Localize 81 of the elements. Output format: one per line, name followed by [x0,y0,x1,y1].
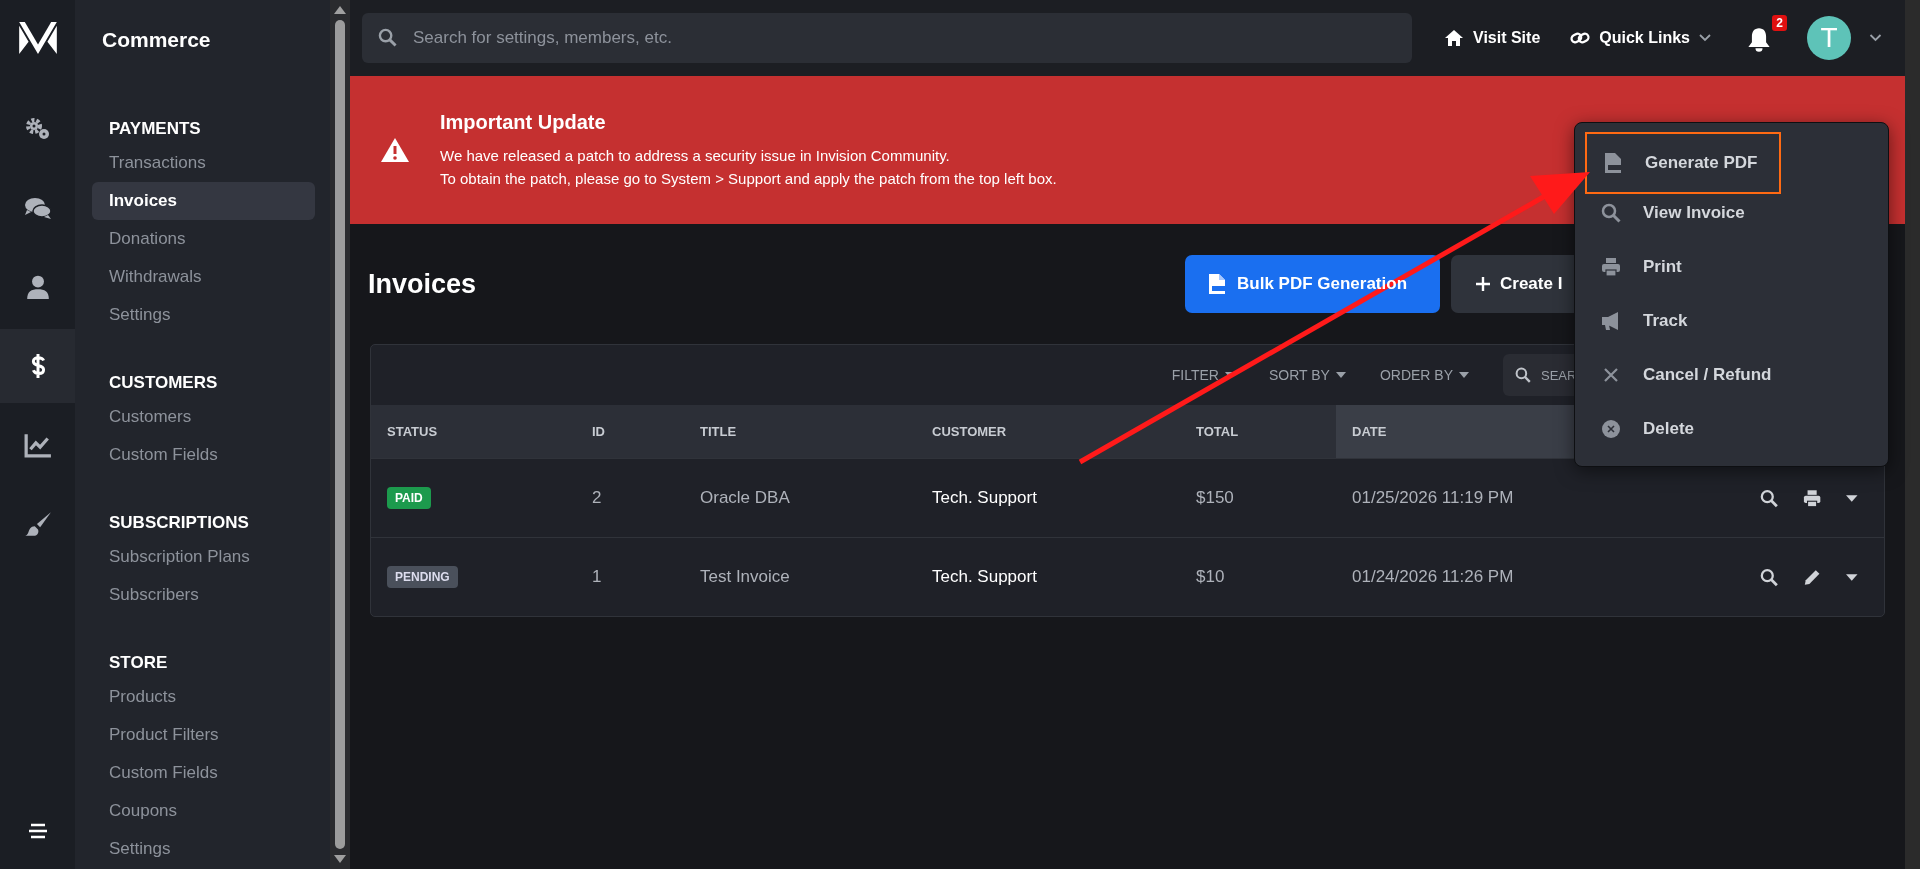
quick-links-menu[interactable]: Quick Links [1570,29,1711,47]
column-header[interactable]: TITLE [684,405,916,458]
sidebar-item[interactable]: Withdrawals [92,258,315,296]
printer-icon [1601,257,1621,277]
alert-message: To obtain the patch, please go to System > Support and apply the patch from the top left box. [440,168,1057,189]
brush-icon [23,511,52,537]
search-field[interactable]: Search for settings, members, etc. [362,13,1412,63]
caret-icon[interactable] [1846,494,1858,502]
bell-icon[interactable] [1747,27,1771,53]
pdf-file-icon [1603,153,1623,173]
table-cell-text: $150 [1195,487,1235,509]
search-icon[interactable] [1760,567,1779,587]
printer-icon[interactable] [1803,488,1822,508]
megaphone-icon [1601,311,1621,331]
sidebar-item[interactable]: Donations [92,220,315,258]
table-cell-text: 1 [591,566,603,588]
table-cell-text: 01/25/2026 11:19 PM [1351,487,1515,509]
scrollbar[interactable] [330,0,350,869]
pdf-file-icon [1209,274,1225,294]
status-badge: PAID [387,487,431,509]
column-header[interactable]: ID [576,405,684,458]
section-heading: CUSTOMERS [108,372,219,394]
sidebar-item[interactable]: Custom Fields [92,754,315,792]
sidebar-title: Commerce [101,27,212,53]
table-cell-text: Tech. Support [931,487,1038,509]
caret-icon [1335,372,1346,378]
sidebar-item[interactable]: Customers [92,398,315,436]
chart-icon [23,432,52,458]
table-cell-text: 01/24/2026 11:26 PM [1351,566,1515,588]
menu-icon[interactable] [27,823,48,839]
logo-icon[interactable] [18,22,57,54]
search-icon [1515,367,1531,383]
menu-item[interactable]: Track [1585,294,1878,348]
search-icon [1601,203,1621,223]
warning-icon [380,137,410,163]
section-heading: SUBSCRIPTIONS [108,512,250,534]
column-header[interactable]: STATUS [371,405,576,458]
table-cell-text: Test Invoice [699,566,791,588]
menu-item[interactable]: Cancel / Refund [1585,348,1878,402]
column-header[interactable]: CUSTOMER [916,405,1180,458]
rail-nav-item[interactable] [0,329,75,403]
search-icon [378,28,397,47]
gears-icon [23,116,52,142]
sidebar-item[interactable]: Invoices [92,182,315,220]
caret-icon[interactable] [1846,573,1858,581]
notification-badge: 2 [1772,15,1787,31]
section-heading: PAYMENTS [108,118,202,140]
sidebar-item[interactable]: Custom Fields [92,436,315,474]
plus-icon [1475,274,1491,294]
chat-icon [23,195,52,221]
sidebar-item[interactable]: Subscription Plans [92,538,315,576]
menu-item[interactable]: Generate PDF [1585,132,1781,194]
sidebar-item[interactable]: Subscribers [92,576,315,614]
search-icon[interactable] [1760,488,1779,508]
pencil-icon[interactable] [1803,567,1822,587]
chevron-icon[interactable] [1869,34,1882,42]
sidebar-item[interactable]: Settings [92,296,315,334]
sidebar-item[interactable]: Transactions [92,144,315,182]
status-badge: PENDING [387,566,458,588]
home-icon [1444,29,1464,47]
alert-title: Important Update [440,110,607,134]
table-cell-text: Tech. Support [931,566,1038,588]
sidebar-item[interactable]: Products [92,678,315,716]
menu-item[interactable]: Print [1585,240,1878,294]
caret-icon [1459,372,1469,378]
alert-message: We have released a patch to address a security issue in Invision Community. [440,145,951,166]
visit-site-link[interactable]: Visit Site [1444,29,1541,47]
section-heading: STORE [108,652,169,674]
sidebar-item[interactable]: Coupons [92,792,315,830]
sidebar-item[interactable]: Settings [92,830,315,868]
column-header[interactable]: TOTAL [1180,405,1336,458]
chevron-icon [1699,34,1711,42]
sidebar-item[interactable]: Product Filters [92,716,315,754]
table-cell-text: $10 [1195,566,1226,588]
toolbar-dropdown[interactable]: SORT BY [1268,367,1346,383]
table-cell-text: 2 [591,487,603,509]
page-title: Invoices [368,268,477,300]
delete-icon [1601,419,1621,439]
toolbar-dropdown[interactable]: ORDER BY [1379,367,1469,383]
table-cell-text: Oracle DBA [699,487,791,509]
scrollbar[interactable] [1905,0,1920,869]
